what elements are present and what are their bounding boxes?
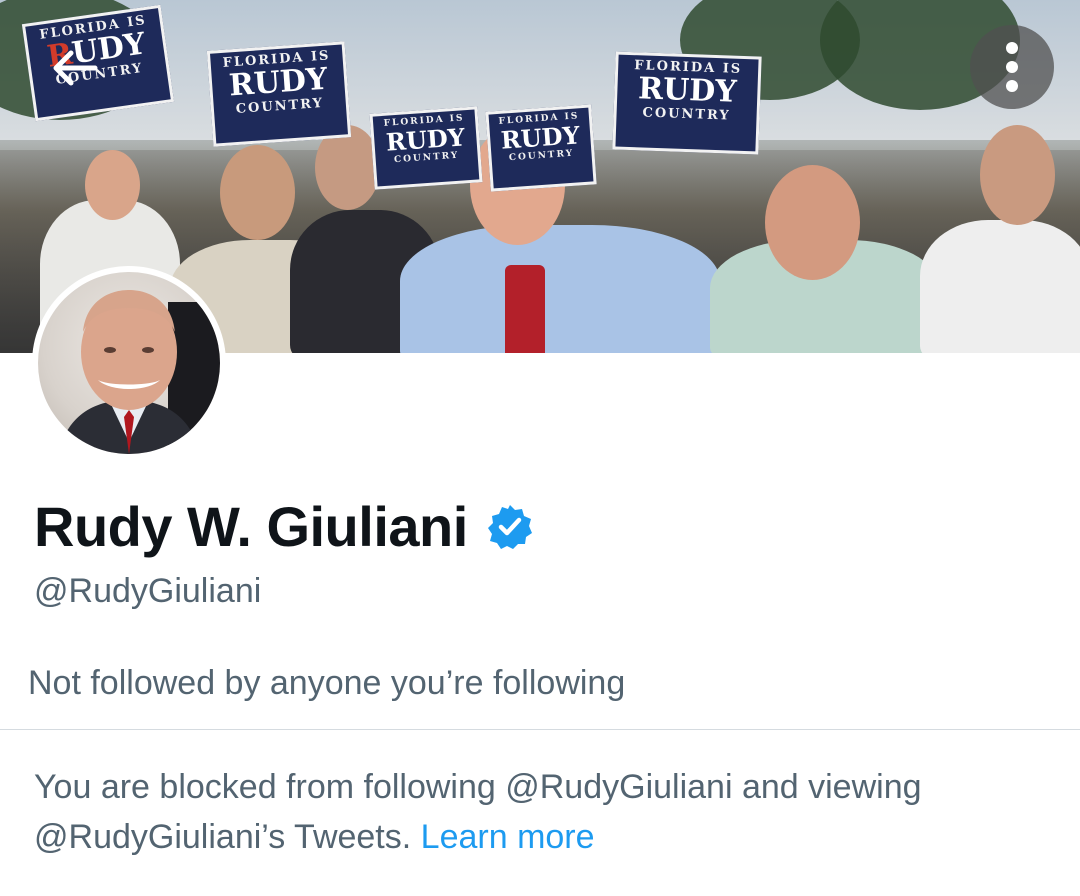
sign-main-text: RUDY (499, 120, 581, 155)
section-divider (0, 729, 1080, 730)
banner-sign: FLORIDA IS RUDY COUNTRY (206, 41, 352, 147)
banner-person-head (765, 165, 860, 280)
banner-person-head (980, 125, 1055, 225)
sign-main-text: RUDY (385, 122, 466, 157)
banner-sign: FLORIDA IS RUDY COUNTRY (612, 51, 762, 155)
more-options-button[interactable] (970, 25, 1054, 109)
banner-person (505, 265, 545, 353)
profile-avatar[interactable] (32, 266, 226, 460)
back-button[interactable] (32, 26, 116, 110)
profile-name: Rudy W. Giuliani (34, 495, 468, 558)
banner-person-head (220, 145, 295, 240)
banner-person-head (85, 150, 140, 220)
profile-handle: @RudyGiuliani (34, 572, 262, 610)
profile-name-row: Rudy W. Giuliani (34, 494, 534, 559)
banner-person (400, 225, 720, 353)
learn-more-link[interactable]: Learn more (421, 818, 595, 856)
followed-by-note: Not followed by anyone you’re following (28, 664, 626, 702)
sign-main-text: RUDY (227, 61, 329, 104)
avatar-photo (38, 272, 220, 454)
banner-sign: FLORIDA IS RUDY COUNTRY (369, 106, 483, 190)
banner-person (920, 220, 1080, 353)
sign-main-text: RUDY (637, 71, 738, 110)
verified-badge-icon (487, 504, 532, 549)
more-vertical-icon (1006, 42, 1018, 92)
banner-sign: FLORIDA IS RUDY COUNTRY (485, 104, 597, 192)
arrow-left-icon (53, 50, 98, 86)
blocked-notice: You are blocked from following @RudyGiul… (34, 762, 1044, 862)
avatar-portrait (58, 290, 220, 454)
